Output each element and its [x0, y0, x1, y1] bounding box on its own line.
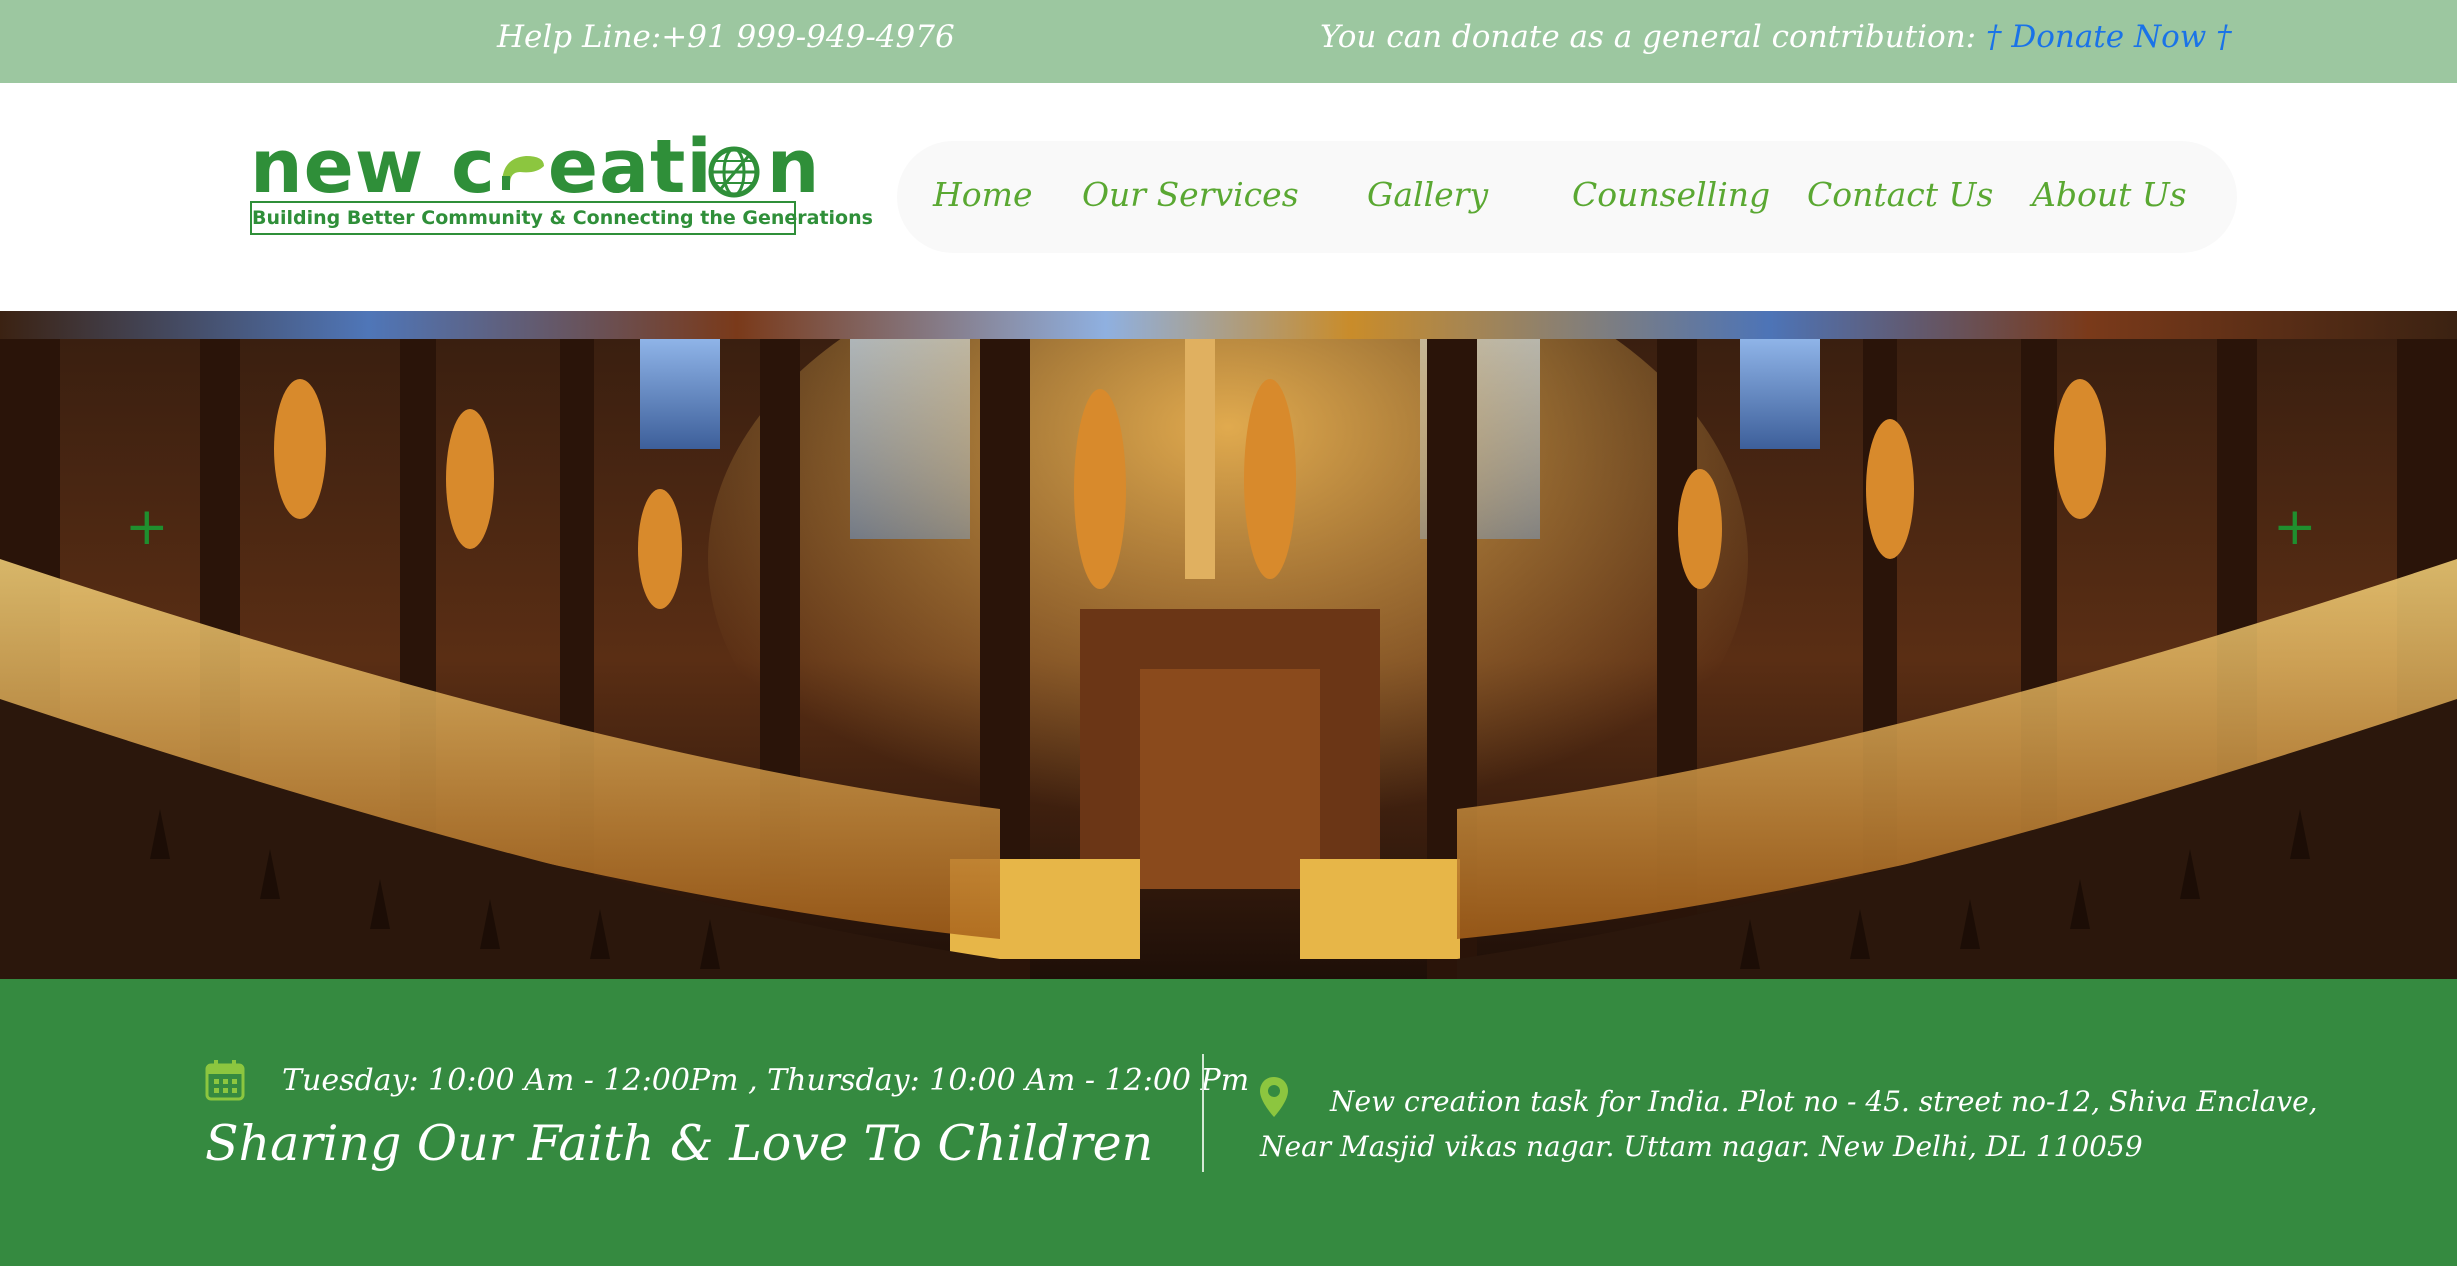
nav-item-contact-us[interactable]: Contact Us	[1807, 175, 1993, 214]
nav-item-gallery[interactable]: Gallery	[1367, 175, 1488, 214]
nav-item-counselling[interactable]: Counselling	[1572, 175, 1770, 214]
slider-next-arrow[interactable]: +	[2273, 501, 2317, 553]
info-divider	[1202, 1054, 1204, 1172]
nav-item-home[interactable]: Home	[933, 175, 1032, 214]
info-tagline: Sharing Our Faith & Love To Children	[205, 1115, 1154, 1172]
donate-prefix: You can donate as a general contribution…	[1320, 19, 1977, 55]
sprout-icon	[501, 156, 544, 190]
location-pin-icon	[1260, 1077, 1288, 1117]
donate-now-link[interactable]: † Donate Now †	[1986, 19, 2232, 55]
calendar-icon	[205, 1060, 245, 1101]
helpline-text: Help Line:+91 999-949-4976	[497, 19, 955, 55]
top-bar: Help Line:+91 999-949-4976 You can donat…	[0, 0, 2457, 83]
address-line-1: New creation task for India. Plot no - 4…	[1330, 1085, 2318, 1118]
nav-item-our-services[interactable]: Our Services	[1082, 175, 1299, 214]
site-header: new c eati n Building Better Community & C…	[0, 83, 2457, 311]
globe-icon	[708, 146, 760, 198]
logo-word-part: n	[766, 124, 821, 210]
hero-slider: + +	[0, 311, 2457, 979]
service-schedule: Tuesday: 10:00 Am - 12:00Pm , Thursday: …	[282, 1063, 1250, 1098]
site-logo[interactable]: new c eati n Building Better Community & C…	[250, 124, 873, 255]
cathedral-altar-image	[0, 339, 2457, 979]
logo-tagline: Building Better Community & Connecting t…	[250, 201, 873, 235]
hero-top-strip	[0, 311, 2457, 339]
address-line-2: Near Masjid vikas nagar. Uttam nagar. Ne…	[1260, 1130, 2143, 1163]
info-band: Tuesday: 10:00 Am - 12:00Pm , Thursday: …	[0, 979, 2457, 1266]
logo-word-part: new c	[250, 124, 496, 210]
nav-item-about-us[interactable]: About Us	[2032, 175, 2187, 214]
donate-message: You can donate as a general contribution…	[1320, 19, 2232, 55]
slider-prev-arrow[interactable]: +	[125, 501, 169, 553]
main-nav: Home Our Services Gallery Counselling Co…	[897, 141, 2237, 253]
logo-word-part: eati	[547, 124, 713, 210]
